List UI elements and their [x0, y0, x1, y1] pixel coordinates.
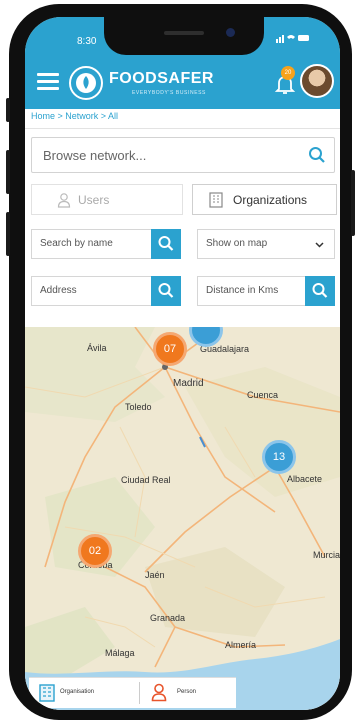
- map-label-cuenca: Cuenca: [247, 390, 279, 400]
- distance-label: Distance in Kms: [206, 285, 279, 296]
- map-label-madrid: Madrid: [173, 378, 204, 389]
- search-icon: [158, 236, 174, 251]
- notification-badge: 20: [281, 66, 295, 80]
- map-label-toledo: Toledo: [125, 402, 152, 412]
- app-name: FOODSAFER: [109, 70, 214, 87]
- map-label-murcia: Murcia: [313, 550, 340, 560]
- map-label-ciudad-real: Ciudad Real: [121, 475, 171, 485]
- search-icon: [312, 283, 328, 298]
- front-camera: [226, 28, 235, 37]
- building-icon: [209, 192, 223, 208]
- browse-placeholder: Browse network...: [43, 148, 147, 163]
- search-by-name-field[interactable]: Search by name: [31, 229, 181, 259]
- breadcrumb[interactable]: Home > Network > All: [31, 111, 118, 121]
- map-label-malaga: Málaga: [105, 648, 135, 658]
- map-label-granada: Granada: [150, 613, 186, 623]
- user-icon: [57, 193, 71, 208]
- tab-organizations[interactable]: Organizations: [192, 184, 337, 215]
- map-legend: Organisation Person: [29, 677, 236, 708]
- map-label-avila: Ávila: [87, 343, 107, 353]
- phone-notch: [104, 17, 264, 55]
- address-search-button[interactable]: [151, 276, 181, 306]
- chevron-down-icon: [315, 242, 324, 248]
- browse-network-input[interactable]: Browse network...: [31, 137, 335, 173]
- search-by-name-button[interactable]: [151, 229, 181, 259]
- mute-switch: [6, 98, 10, 122]
- avatar[interactable]: [300, 64, 334, 98]
- search-by-name-label: Search by name: [40, 238, 113, 249]
- legend-organisation-label: Organisation: [60, 689, 95, 695]
- signal-wifi-battery-icon: [276, 35, 309, 43]
- legend-person-label: Person: [177, 689, 197, 695]
- tab-organizations-label: Organizations: [233, 193, 308, 207]
- distance-search-button[interactable]: [305, 276, 335, 306]
- map-cluster-blue[interactable]: 13: [262, 440, 296, 474]
- divider: [25, 128, 340, 129]
- logo-icon: [69, 66, 103, 100]
- map-label-albacete: Albacete: [287, 474, 323, 484]
- map-cluster-orange[interactable]: 02: [78, 534, 112, 568]
- app-screen: Ávila Guadalajara Madrid Toledo Cuenca C…: [25, 17, 340, 710]
- map-cluster-orange[interactable]: 07: [153, 332, 187, 366]
- status-time: 8:30: [77, 36, 97, 47]
- map-view[interactable]: Ávila Guadalajara Madrid Toledo Cuenca C…: [25, 313, 340, 710]
- address-field[interactable]: Address: [31, 276, 181, 306]
- app-tagline: EVERYBODY'S BUSINESS: [132, 90, 206, 96]
- tab-users-label: Users: [78, 193, 110, 207]
- speaker-grille: [164, 31, 204, 35]
- volume-down-button: [6, 212, 10, 256]
- legend-person[interactable]: Person: [143, 678, 236, 708]
- tab-users[interactable]: Users: [31, 184, 183, 215]
- status-icons: [276, 33, 310, 45]
- search-icon: [158, 283, 174, 298]
- power-button: [351, 170, 355, 236]
- search-icon[interactable]: [308, 146, 326, 164]
- show-on-map-label: Show on map: [206, 238, 268, 249]
- legend-organisation[interactable]: Organisation: [29, 678, 129, 708]
- building-icon: [39, 684, 55, 702]
- map-label-almeria: Almería: [225, 640, 257, 650]
- address-label: Address: [40, 285, 77, 296]
- distance-field[interactable]: Distance in Kms: [197, 276, 335, 306]
- show-on-map-select[interactable]: Show on map: [197, 229, 335, 259]
- menu-icon[interactable]: [37, 73, 59, 90]
- legend-divider: [139, 682, 140, 704]
- map-label-jaen: Jaén: [145, 570, 165, 580]
- person-icon: [151, 683, 167, 702]
- volume-up-button: [6, 150, 10, 194]
